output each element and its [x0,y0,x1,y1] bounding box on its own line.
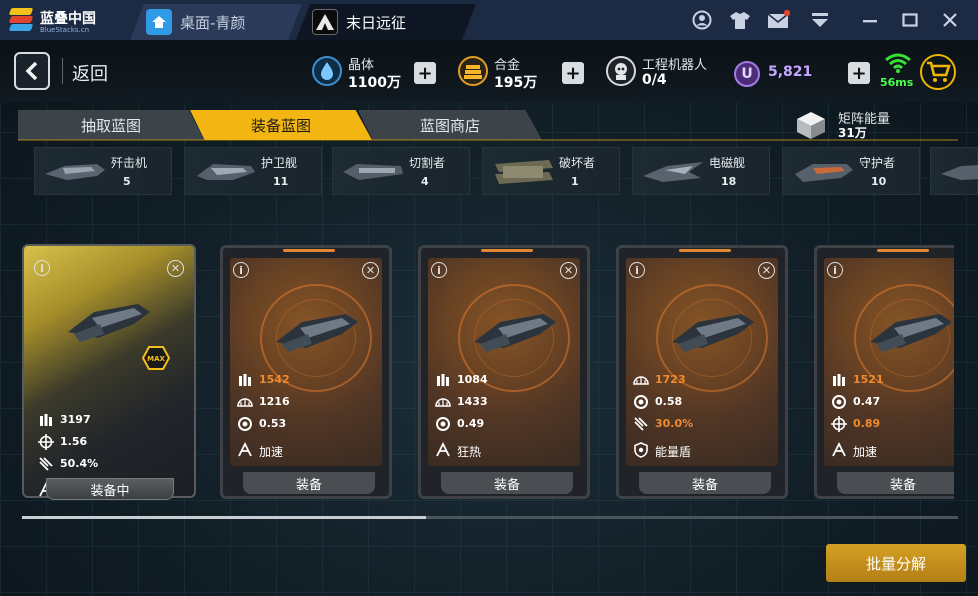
info-icon[interactable]: i [827,262,843,278]
gear-target-icon [832,395,846,409]
bluestacks-logo: 蓝叠中国 BlueStacks.cn [8,6,138,36]
crosshair-icon [831,416,847,432]
stat-row: 1521 [831,370,954,390]
brand-title: 蓝叠中国 [40,11,96,27]
dropdown-menu-icon[interactable] [808,8,832,32]
emulator-title-bar: 蓝叠中国 BlueStacks.cn 桌面-青颜 末日远征 [0,0,978,40]
stat-row: 0.47 [831,392,954,412]
scrollbar-thumb[interactable] [22,516,426,519]
game-viewport: 返回 晶体 1100万 + 合金 195万 + 工程机器人 0/4 U 5,82… [0,40,978,596]
card-clip-area: i 1521 0.47 0.89 加速 装备 [0,40,954,596]
card-top-accent [877,249,929,252]
game-app-icon [312,9,338,35]
tab-home[interactable]: 桌面-青颜 [130,4,302,40]
account-icon[interactable] [690,8,714,32]
equip-button[interactable]: 装备 [837,472,954,494]
close-window-icon[interactable] [938,8,962,32]
stat-value: 0.89 [853,417,881,430]
ammo-icon [833,374,845,386]
tab-home-label: 桌面-青颜 [180,13,246,32]
ship-icon [870,314,952,352]
skill-name: 加速 [853,445,878,459]
home-icon [146,9,172,35]
card-panel [824,258,954,466]
brand-subtitle: BlueStacks.cn [40,26,90,34]
stat-value: 1521 [853,373,884,386]
stat-value: 0.47 [853,395,881,408]
skill-icon [832,442,846,457]
blueprint-card[interactable]: i 1521 0.47 0.89 加速 装备 [814,245,954,499]
maximize-icon[interactable] [898,8,922,32]
shirt-icon[interactable] [728,8,752,32]
horizontal-scrollbar[interactable] [22,516,958,519]
tab-game[interactable]: 末日远征 [296,4,476,40]
stat-row: 加速 [831,440,954,460]
stat-row: 0.89 [831,414,954,434]
mail-icon[interactable] [766,8,790,32]
tab-game-label: 末日远征 [346,13,407,32]
bluestacks-logo-icon [8,8,34,32]
minimize-icon[interactable] [858,8,882,32]
bulk-decompose-button[interactable]: 批量分解 [826,544,966,582]
